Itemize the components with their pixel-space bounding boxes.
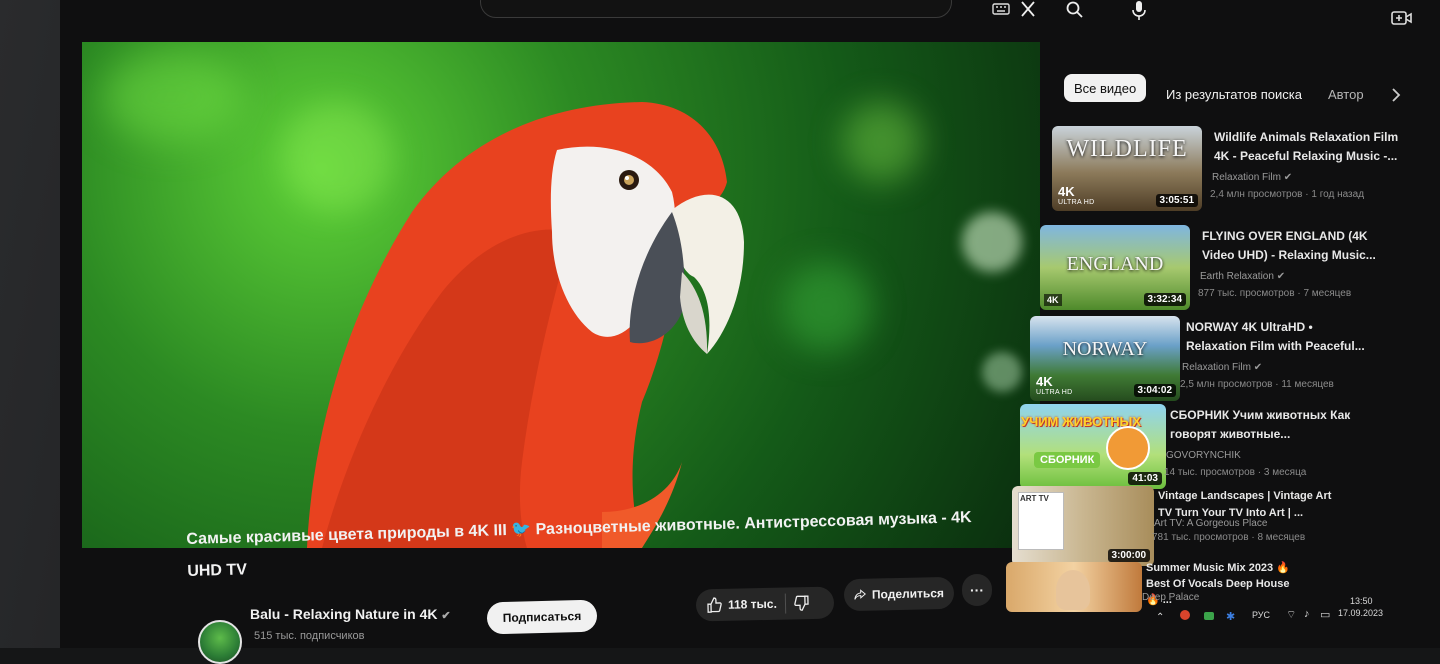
4k-badge: 4K ULTRA HD [1036, 374, 1073, 396]
4k-badge: 4K ULTRA HD [1058, 184, 1095, 206]
video-title[interactable]: NORWAY 4K UltraHD • Relaxation Film with… [1186, 318, 1376, 356]
recommendation-item[interactable]: NORWAY 4K ULTRA HD 3:04:02 NORWAY 4K Ultr… [1030, 316, 1390, 408]
clock-time[interactable]: 13:50 [1350, 596, 1373, 606]
recommendation-item[interactable]: УЧИМ ЖИВОТНЫХ СБОРНИК 41:03 СБОРНИК Учим… [1020, 404, 1380, 496]
video-title[interactable]: СБОРНИК Учим животных Как говорят животн… [1170, 406, 1360, 444]
singer-portrait [1056, 570, 1090, 610]
video-thumbnail[interactable] [1006, 562, 1142, 612]
recommendation-item[interactable]: WILDLIFE 4K ULTRA HD 3:05:51 Wildlife Ani… [1052, 126, 1412, 218]
chip-author[interactable]: Автор [1318, 80, 1374, 108]
like-button[interactable]: 118 тыс. [706, 596, 777, 613]
subscriber-count: 515 тыс. подписчиков [254, 630, 365, 642]
channel-name[interactable]: GOVORYNCHIK [1166, 450, 1241, 461]
clear-search-icon[interactable] [1018, 0, 1038, 18]
volume-icon[interactable]: ♪ [1304, 608, 1310, 620]
channel-name[interactable]: Relaxation Film ✔ [1182, 362, 1262, 373]
system-tray: ⌃ ✱ РУС ⌔ ♪ ▭ 13:50 17.09.2023 [1150, 596, 1394, 630]
bluetooth-icon[interactable]: ✱ [1226, 610, 1235, 623]
video-thumbnail[interactable]: ART TV 3:00:00 [1012, 486, 1154, 566]
share-button[interactable]: Поделиться [843, 576, 955, 612]
channel-avatar[interactable] [198, 620, 242, 664]
verified-icon: ✔ [1253, 362, 1263, 373]
microphone-icon[interactable] [1128, 0, 1150, 22]
channel-name[interactable]: Art TV: A Gorgeous Place [1154, 518, 1267, 529]
video-duration: 3:32:34 [1143, 293, 1186, 306]
wifi-icon[interactable]: ⌔ [1286, 608, 1296, 622]
video-thumbnail[interactable]: ENGLAND 4K 3:32:34 [1040, 225, 1190, 310]
thumbnail-caption: NORWAY [1062, 338, 1148, 360]
more-icon: ··· [970, 582, 984, 598]
thumbnail-caption: WILDLIFE [1066, 136, 1188, 162]
video-thumbnail[interactable]: WILDLIFE 4K ULTRA HD 3:05:51 [1052, 126, 1202, 211]
video-duration: 3:05:51 [1155, 194, 1198, 207]
chip-all-videos[interactable]: Все видео [1064, 74, 1147, 102]
chevron-right-icon[interactable] [1388, 86, 1404, 104]
video-duration: 41:03 [1128, 472, 1162, 485]
tiger-cartoon [1106, 426, 1150, 470]
like-count: 118 тыс. [727, 596, 777, 612]
thumbnail-caption: ART TV [1020, 494, 1049, 503]
thumbnail-subcaption: СБОРНИК [1034, 452, 1101, 468]
like-dislike-group: 118 тыс. [695, 586, 835, 622]
video-title[interactable]: FLYING OVER ENGLAND (4K Video UHD) - Rel… [1202, 227, 1392, 265]
clock-date[interactable]: 17.09.2023 [1338, 608, 1383, 618]
video-player[interactable] [82, 42, 1040, 548]
more-actions-button[interactable]: ··· [962, 574, 992, 606]
video-title[interactable]: Wildlife Animals Relaxation Film 4K - Pe… [1214, 128, 1404, 166]
video-meta: 2,5 млн просмотров · 11 месяцев [1180, 379, 1334, 390]
video-title[interactable]: Vintage Landscapes | Vintage Art TV Turn… [1158, 488, 1348, 522]
video-meta: 2,4 млн просмотров · 1 год назад [1210, 189, 1365, 200]
chip-label: Из результатов поиска [1166, 86, 1303, 102]
chip-label: Автор [1328, 86, 1364, 102]
chip-label: Все видео [1074, 80, 1137, 96]
verified-icon: ✔ [441, 610, 451, 622]
thumbs-down-icon [794, 595, 809, 611]
verified-icon: ✔ [1276, 271, 1286, 282]
video-duration: 3:00:00 [1107, 549, 1150, 562]
share-icon [854, 589, 866, 600]
create-video-icon[interactable] [1390, 8, 1414, 28]
channel-name-main[interactable]: Balu - Relaxing Nature in 4K ✔ [250, 606, 451, 622]
chip-from-search[interactable]: Из результатов поиска [1156, 80, 1312, 108]
battery-icon[interactable]: ▭ [1320, 608, 1330, 621]
subscribe-button[interactable]: Подписаться [486, 599, 598, 635]
nvidia-icon[interactable] [1204, 612, 1214, 620]
search-box[interactable] [480, 0, 952, 18]
verified-icon: ✔ [1283, 172, 1293, 183]
video-thumbnail[interactable]: УЧИМ ЖИВОТНЫХ СБОРНИК 41:03 [1020, 404, 1166, 489]
dislike-button[interactable] [794, 595, 810, 611]
video-meta: 877 тыс. просмотров · 7 месяцев [1198, 288, 1352, 299]
video-meta: 781 тыс. просмотров · 8 месяцев [1152, 532, 1306, 543]
search-icon[interactable] [1064, 0, 1086, 20]
divider [784, 593, 787, 614]
thumbs-up-icon [707, 597, 722, 613]
app-tray-icon[interactable] [1180, 610, 1190, 620]
video-duration: 3:04:02 [1133, 384, 1176, 397]
share-label: Поделиться [871, 586, 945, 602]
video-thumbnail[interactable]: NORWAY 4K ULTRA HD 3:04:02 [1030, 316, 1180, 401]
top-bar [0, 0, 1440, 30]
recommendation-item[interactable]: ENGLAND 4K 3:32:34 FLYING OVER ENGLAND (… [1040, 225, 1400, 317]
channel-name[interactable]: Earth Relaxation ✔ [1200, 271, 1285, 282]
keyboard-icon[interactable] [992, 2, 1010, 16]
chevron-up-icon[interactable]: ⌃ [1156, 612, 1164, 623]
language-indicator[interactable]: РУС [1252, 610, 1270, 620]
thumbnail-caption: ENGLAND [1066, 253, 1164, 275]
channel-name[interactable]: Relaxation Film ✔ [1212, 172, 1292, 183]
video-meta: 14 тыс. просмотров · 3 месяца [1164, 467, 1307, 478]
parrot-image [307, 102, 744, 548]
4k-badge: 4K [1044, 294, 1062, 306]
